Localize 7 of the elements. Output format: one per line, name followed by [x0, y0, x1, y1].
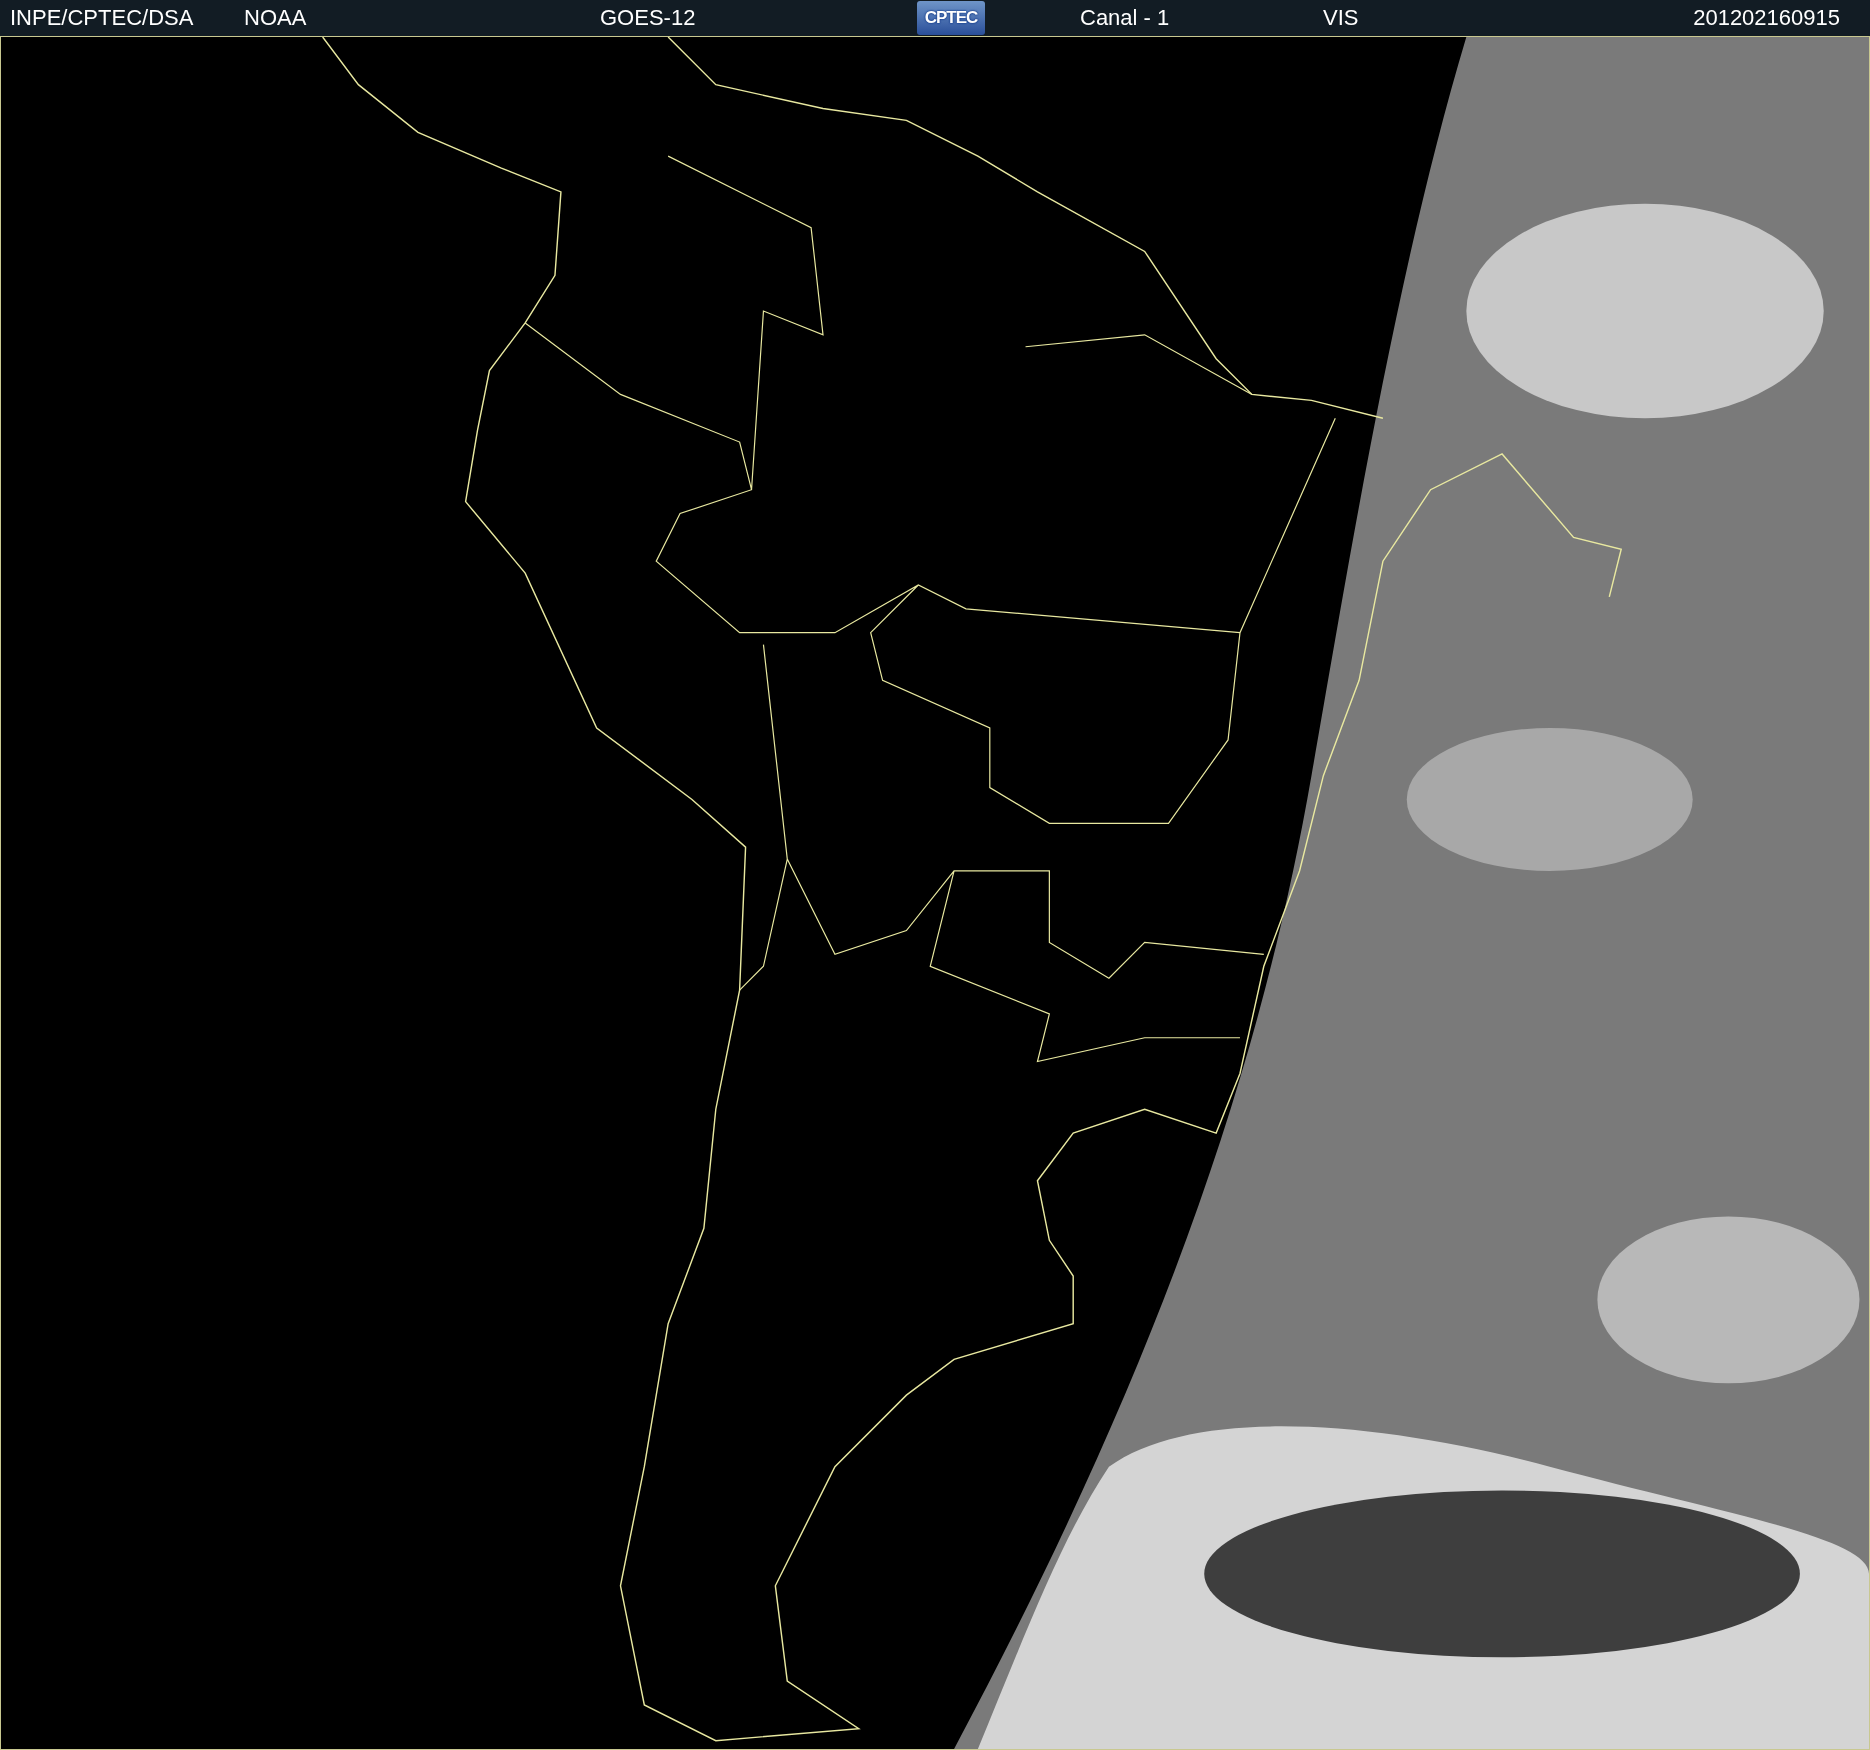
- channel-label: Canal - 1: [1080, 7, 1171, 29]
- logo: CPTEC: [917, 1, 985, 35]
- agency-label: INPE/CPTEC/DSA: [10, 7, 195, 29]
- timestamp-label: 201202160915: [1693, 7, 1841, 29]
- satellite-owner-label: NOAA: [244, 7, 308, 29]
- band-label: VIS: [1323, 7, 1360, 29]
- satellite-label: GOES-12: [600, 7, 697, 29]
